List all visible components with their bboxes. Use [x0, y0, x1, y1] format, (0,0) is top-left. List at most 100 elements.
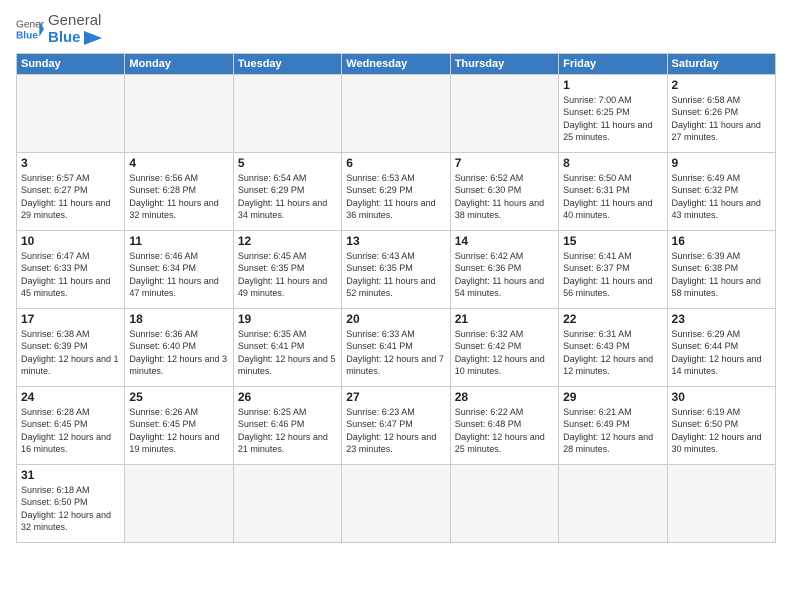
day-info: Sunrise: 6:36 AM Sunset: 6:40 PM Dayligh… — [129, 328, 228, 378]
logo: General Blue General Blue — [16, 12, 102, 47]
day-info: Sunrise: 6:32 AM Sunset: 6:42 PM Dayligh… — [455, 328, 554, 378]
day-cell: 22Sunrise: 6:31 AM Sunset: 6:43 PM Dayli… — [559, 308, 667, 386]
day-number: 13 — [346, 234, 445, 248]
day-number: 10 — [21, 234, 120, 248]
day-number: 24 — [21, 390, 120, 404]
day-cell — [125, 464, 233, 542]
day-cell: 1 Sunrise: 7:00 AM Sunset: 6:25 PM Daylig… — [559, 74, 667, 152]
day-number: 5 — [238, 156, 337, 170]
day-number: 7 — [455, 156, 554, 170]
day-cell: 17 Sunrise: 6:38 AM Sunset: 6:39 PM Dayli… — [17, 308, 125, 386]
day-cell — [342, 464, 450, 542]
week-row-1: 3Sunrise: 6:57 AM Sunset: 6:27 PM Daylig… — [17, 152, 776, 230]
day-number: 25 — [129, 390, 228, 404]
day-number: 15 — [563, 234, 662, 248]
day-info: Sunrise: 6:18 AM Sunset: 6:50 PM Dayligh… — [21, 484, 120, 534]
week-row-4: 24Sunrise: 6:28 AM Sunset: 6:45 PM Dayli… — [17, 386, 776, 464]
day-number: 31 — [21, 468, 120, 482]
day-number: 27 — [346, 390, 445, 404]
day-info: Sunrise: 6:43 AM Sunset: 6:35 PM Dayligh… — [346, 250, 445, 300]
day-cell: 25 Sunrise: 6:26 AM Sunset: 6:45 PM Dayli… — [125, 386, 233, 464]
day-cell: 4Sunrise: 6:56 AM Sunset: 6:28 PM Daylig… — [125, 152, 233, 230]
day-info: Sunrise: 7:00 AM Sunset: 6:25 PM Dayligh… — [563, 94, 662, 144]
day-cell: 28 Sunrise: 6:22 AM Sunset: 6:48 PM Dayli… — [450, 386, 558, 464]
logo-icon: General Blue — [16, 15, 44, 43]
day-number: 30 — [672, 390, 771, 404]
day-cell: 15Sunrise: 6:41 AM Sunset: 6:37 PM Dayli… — [559, 230, 667, 308]
day-cell — [125, 74, 233, 152]
page: General Blue General Blue SundayMondayTu… — [0, 0, 792, 612]
day-info: Sunrise: 6:50 AM Sunset: 6:31 PM Dayligh… — [563, 172, 662, 222]
day-cell — [233, 74, 341, 152]
day-info: Sunrise: 6:23 AM Sunset: 6:47 PM Dayligh… — [346, 406, 445, 456]
day-cell: 13 Sunrise: 6:43 AM Sunset: 6:35 PM Dayli… — [342, 230, 450, 308]
day-info: Sunrise: 6:46 AM Sunset: 6:34 PM Dayligh… — [129, 250, 228, 300]
day-info: Sunrise: 6:38 AM Sunset: 6:39 PM Dayligh… — [21, 328, 120, 378]
header: General Blue General Blue — [16, 12, 776, 47]
col-header-thursday: Thursday — [450, 53, 558, 74]
day-info: Sunrise: 6:22 AM Sunset: 6:48 PM Dayligh… — [455, 406, 554, 456]
day-info: Sunrise: 6:53 AM Sunset: 6:29 PM Dayligh… — [346, 172, 445, 222]
col-header-saturday: Saturday — [667, 53, 775, 74]
day-info: Sunrise: 6:39 AM Sunset: 6:38 PM Dayligh… — [672, 250, 771, 300]
day-cell: 9 Sunrise: 6:49 AM Sunset: 6:32 PM Daylig… — [667, 152, 775, 230]
day-cell: 14 Sunrise: 6:42 AM Sunset: 6:36 PM Dayli… — [450, 230, 558, 308]
day-info: Sunrise: 6:56 AM Sunset: 6:28 PM Dayligh… — [129, 172, 228, 222]
day-info: Sunrise: 6:26 AM Sunset: 6:45 PM Dayligh… — [129, 406, 228, 456]
day-info: Sunrise: 6:35 AM Sunset: 6:41 PM Dayligh… — [238, 328, 337, 378]
day-cell — [17, 74, 125, 152]
day-number: 18 — [129, 312, 228, 326]
col-header-wednesday: Wednesday — [342, 53, 450, 74]
col-header-friday: Friday — [559, 53, 667, 74]
day-cell — [450, 464, 558, 542]
day-number: 14 — [455, 234, 554, 248]
day-number: 23 — [672, 312, 771, 326]
day-cell: 3Sunrise: 6:57 AM Sunset: 6:27 PM Daylig… — [17, 152, 125, 230]
day-cell: 24Sunrise: 6:28 AM Sunset: 6:45 PM Dayli… — [17, 386, 125, 464]
day-number: 28 — [455, 390, 554, 404]
day-info: Sunrise: 6:19 AM Sunset: 6:50 PM Dayligh… — [672, 406, 771, 456]
day-number: 2 — [672, 78, 771, 92]
day-info: Sunrise: 6:21 AM Sunset: 6:49 PM Dayligh… — [563, 406, 662, 456]
day-info: Sunrise: 6:45 AM Sunset: 6:35 PM Dayligh… — [238, 250, 337, 300]
col-header-sunday: Sunday — [17, 53, 125, 74]
day-cell: 16 Sunrise: 6:39 AM Sunset: 6:38 PM Dayli… — [667, 230, 775, 308]
day-info: Sunrise: 6:58 AM Sunset: 6:26 PM Dayligh… — [672, 94, 771, 144]
day-info: Sunrise: 6:47 AM Sunset: 6:33 PM Dayligh… — [21, 250, 120, 300]
day-cell: 30 Sunrise: 6:19 AM Sunset: 6:50 PM Dayli… — [667, 386, 775, 464]
day-number: 20 — [346, 312, 445, 326]
day-number: 17 — [21, 312, 120, 326]
col-header-monday: Monday — [125, 53, 233, 74]
col-header-tuesday: Tuesday — [233, 53, 341, 74]
week-row-0: 1 Sunrise: 7:00 AM Sunset: 6:25 PM Daylig… — [17, 74, 776, 152]
day-number: 11 — [129, 234, 228, 248]
week-row-2: 10 Sunrise: 6:47 AM Sunset: 6:33 PM Dayli… — [17, 230, 776, 308]
day-cell: 10 Sunrise: 6:47 AM Sunset: 6:33 PM Dayli… — [17, 230, 125, 308]
blue-triangle-icon — [84, 31, 102, 45]
svg-text:Blue: Blue — [16, 31, 38, 42]
day-cell: 27 Sunrise: 6:23 AM Sunset: 6:47 PM Dayli… — [342, 386, 450, 464]
day-info: Sunrise: 6:33 AM Sunset: 6:41 PM Dayligh… — [346, 328, 445, 378]
day-number: 9 — [672, 156, 771, 170]
day-cell: 7 Sunrise: 6:52 AM Sunset: 6:30 PM Daylig… — [450, 152, 558, 230]
day-cell: 12 Sunrise: 6:45 AM Sunset: 6:35 PM Dayli… — [233, 230, 341, 308]
day-info: Sunrise: 6:49 AM Sunset: 6:32 PM Dayligh… — [672, 172, 771, 222]
day-number: 8 — [563, 156, 662, 170]
day-cell — [667, 464, 775, 542]
day-info: Sunrise: 6:52 AM Sunset: 6:30 PM Dayligh… — [455, 172, 554, 222]
day-info: Sunrise: 6:42 AM Sunset: 6:36 PM Dayligh… — [455, 250, 554, 300]
day-number: 1 — [563, 78, 662, 92]
day-cell: 29 Sunrise: 6:21 AM Sunset: 6:49 PM Dayli… — [559, 386, 667, 464]
day-info: Sunrise: 6:54 AM Sunset: 6:29 PM Dayligh… — [238, 172, 337, 222]
day-number: 26 — [238, 390, 337, 404]
logo-blue-text: Blue — [48, 29, 102, 46]
logo-general-text: General — [48, 12, 102, 29]
header-row: SundayMondayTuesdayWednesdayThursdayFrid… — [17, 53, 776, 74]
day-number: 16 — [672, 234, 771, 248]
day-number: 3 — [21, 156, 120, 170]
day-number: 12 — [238, 234, 337, 248]
calendar-table: SundayMondayTuesdayWednesdayThursdayFrid… — [16, 53, 776, 543]
day-number: 29 — [563, 390, 662, 404]
week-row-5: 31 Sunrise: 6:18 AM Sunset: 6:50 PM Dayli… — [17, 464, 776, 542]
day-cell: 19Sunrise: 6:35 AM Sunset: 6:41 PM Dayli… — [233, 308, 341, 386]
